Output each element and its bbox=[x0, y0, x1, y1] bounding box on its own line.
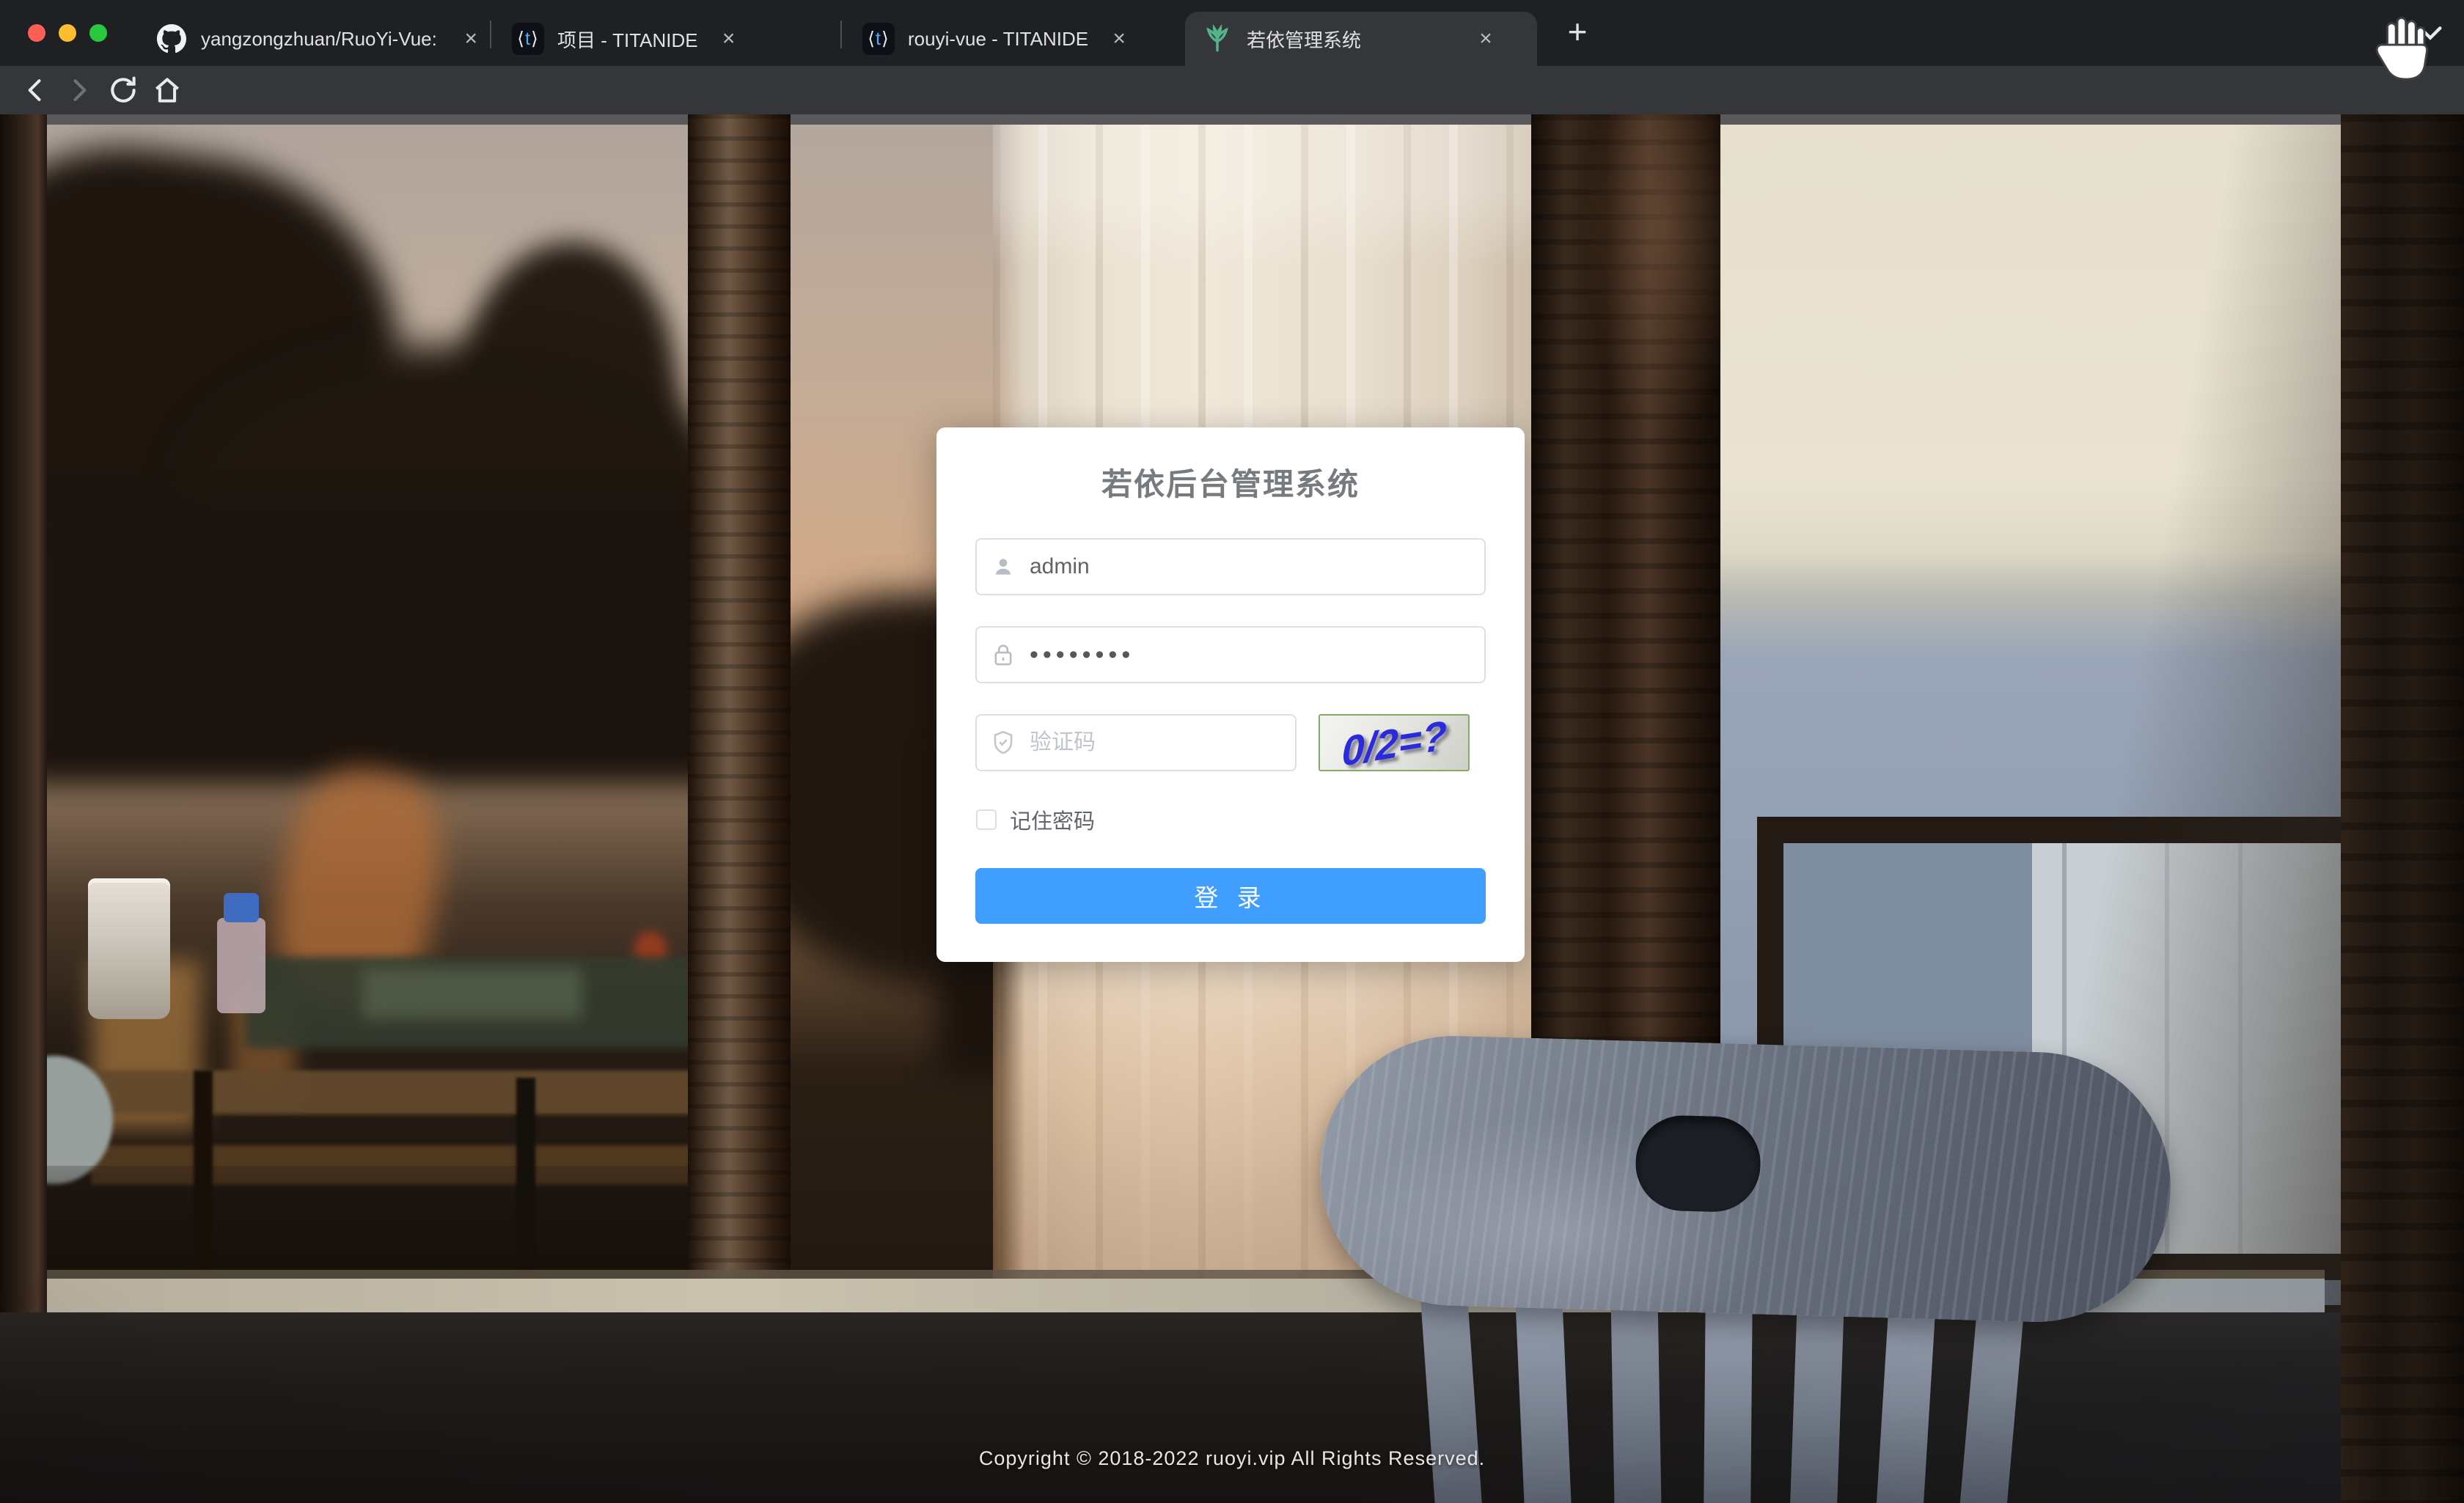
traffic-light-minimize[interactable] bbox=[59, 24, 76, 42]
login-title: 若依后台管理系统 bbox=[936, 460, 1525, 504]
window-frame-left bbox=[0, 114, 47, 1503]
close-icon[interactable]: × bbox=[458, 26, 484, 51]
tab-title: yangzongzhuan/RuoYi-Vue: (Ru bbox=[201, 28, 442, 51]
titanide-icon: ⟨t⟩ bbox=[512, 23, 544, 55]
username-input[interactable] bbox=[1030, 545, 1484, 589]
close-icon[interactable]: × bbox=[1104, 26, 1134, 51]
bottle-cap bbox=[224, 893, 259, 922]
hand-cursor-icon bbox=[2367, 10, 2438, 84]
close-icon[interactable]: × bbox=[714, 26, 744, 51]
tab-title: 若依管理系统 bbox=[1247, 26, 1361, 53]
traffic-light-zoom[interactable] bbox=[89, 24, 107, 42]
password-input[interactable] bbox=[1030, 633, 1484, 677]
window-frame-right bbox=[2341, 114, 2464, 1503]
remember-row: 记住密码 bbox=[976, 804, 1095, 835]
copyright-text: Copyright © 2018-2022 ruoyi.vip All Righ… bbox=[0, 1447, 2464, 1470]
user-icon bbox=[977, 555, 1030, 578]
tab-strip: yangzongzhuan/RuoYi-Vue: (Ru × ⟨t⟩ 项目 - … bbox=[0, 0, 2464, 66]
tab-title: rouyi-vue - TITANIDE bbox=[908, 28, 1088, 51]
tab-titanide-project[interactable]: ⟨t⟩ 项目 - TITANIDE × bbox=[496, 12, 835, 66]
tab-title: 项目 - TITANIDE bbox=[557, 26, 698, 53]
captcha-field[interactable] bbox=[975, 714, 1297, 771]
password-lock-icon bbox=[977, 643, 1030, 666]
paper-cup bbox=[88, 878, 170, 1019]
titanide-icon: ⟨t⟩ bbox=[862, 23, 895, 55]
chair-back-rail bbox=[1316, 1032, 2174, 1326]
new-tab-button[interactable]: + bbox=[1558, 13, 1597, 53]
window-pane-left bbox=[47, 125, 688, 1305]
tab-ruoyi-github[interactable]: yangzongzhuan/RuoYi-Vue: (Ru × bbox=[139, 12, 484, 66]
home-icon[interactable] bbox=[145, 68, 189, 112]
forward-icon[interactable] bbox=[57, 68, 101, 112]
login-button[interactable]: 登 录 bbox=[975, 868, 1486, 924]
bottle bbox=[217, 918, 265, 1013]
chair-handle-hole bbox=[1635, 1114, 1762, 1213]
tab-ruoyi-admin-active[interactable]: 若依管理系统 × bbox=[1185, 12, 1537, 66]
tab-titanide-rouyi[interactable]: ⟨t⟩ rouyi-vue - TITANIDE × bbox=[846, 12, 1179, 66]
bench-rail bbox=[69, 1070, 688, 1114]
captcha-input[interactable] bbox=[1030, 721, 1313, 765]
github-icon bbox=[155, 23, 188, 55]
back-icon[interactable] bbox=[13, 68, 57, 112]
close-icon[interactable]: × bbox=[1471, 26, 1500, 51]
floor bbox=[0, 1312, 2464, 1503]
remember-checkbox[interactable] bbox=[976, 809, 997, 830]
remember-label[interactable]: 记住密码 bbox=[1010, 804, 1095, 835]
username-field[interactable] bbox=[975, 538, 1486, 595]
login-card: 若依后台管理系统 0/2=? 记住密码 登 录 bbox=[936, 427, 1525, 962]
tab-separator bbox=[490, 21, 491, 48]
captcha-text: 0/2=? bbox=[1341, 714, 1447, 771]
captcha-image[interactable]: 0/2=? bbox=[1319, 714, 1470, 771]
password-field[interactable] bbox=[975, 626, 1486, 683]
ruoyi-leaf-icon bbox=[1201, 23, 1233, 55]
reload-icon[interactable] bbox=[101, 68, 145, 112]
browser-toolbar: 8081-rouyi-vue-demo.cloud.titanide.cn/lo… bbox=[0, 66, 2464, 114]
browser-window: yangzongzhuan/RuoYi-Vue: (Ru × ⟨t⟩ 项目 - … bbox=[0, 0, 2464, 1503]
shield-check-icon bbox=[977, 730, 1030, 755]
traffic-light-close[interactable] bbox=[28, 24, 45, 42]
tab-separator bbox=[840, 21, 842, 48]
